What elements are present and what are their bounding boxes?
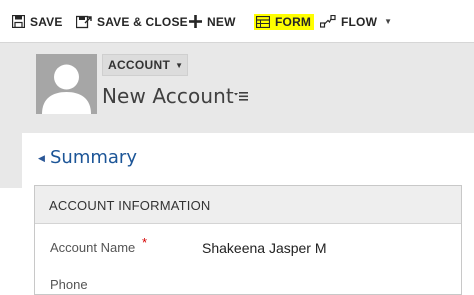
form-label: FORM (270, 13, 315, 30)
save-close-icon (75, 15, 92, 29)
collapse-triangle-icon[interactable]: ◀ (38, 153, 45, 164)
section-title: ACCOUNT INFORMATION (49, 198, 211, 213)
required-indicator: * (142, 235, 148, 250)
form-button[interactable]: FORM (254, 0, 315, 43)
command-bar: SAVE SAVE & CLOSE NEW FORM FLOW ▼ (0, 0, 474, 43)
new-button[interactable]: NEW (189, 0, 236, 43)
record-image[interactable] (36, 54, 97, 114)
save-icon (11, 14, 26, 29)
flow-label: FLOW (341, 14, 378, 29)
record-menu-icon[interactable] (234, 88, 248, 106)
entity-type-selector[interactable]: ACCOUNT ▼ (102, 54, 188, 76)
entity-type-label: ACCOUNT (108, 58, 171, 72)
phone-label: Phone (50, 277, 88, 292)
account-name-label: Account Name (50, 240, 136, 255)
section-header: ACCOUNT INFORMATION (35, 186, 461, 224)
save-and-close-button[interactable]: SAVE & CLOSE (75, 0, 188, 43)
person-silhouette-icon (36, 54, 97, 114)
new-label: NEW (207, 14, 236, 29)
save-and-close-label: SAVE & CLOSE (97, 14, 188, 29)
chevron-down-icon: ▼ (384, 17, 393, 26)
plus-icon (189, 15, 202, 28)
save-label: SAVE (30, 14, 63, 29)
account-name-field[interactable]: Shakeena Jasper M (202, 240, 327, 256)
flow-button[interactable]: FLOW ▼ (319, 0, 393, 43)
flow-icon (319, 14, 336, 28)
chevron-down-icon: ▼ (175, 60, 184, 70)
tab-summary[interactable]: Summary (50, 147, 137, 168)
record-name: New Account (102, 84, 234, 108)
save-button[interactable]: SAVE (11, 0, 63, 43)
